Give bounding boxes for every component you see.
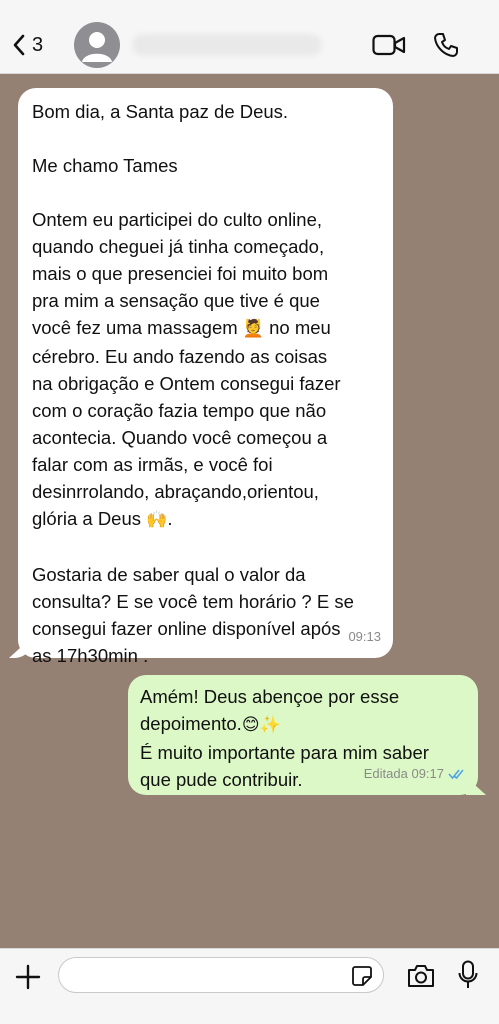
- unread-count: 3: [32, 33, 44, 56]
- message-paragraph: Gostaria de saber qual o valor da consul…: [32, 564, 354, 666]
- message-text: no meu cérebro. Eu ando fazendo as coisa…: [32, 317, 341, 529]
- contact-name[interactable]: [132, 34, 322, 56]
- read-receipt-icon: [448, 768, 464, 779]
- chat-header: 3: [0, 0, 499, 74]
- message-timestamp: 09:13: [348, 623, 381, 650]
- message-paragraph: Me chamo Tames: [32, 155, 178, 176]
- massage-emoji: 💆: [242, 319, 264, 339]
- video-camera-icon: [372, 34, 406, 56]
- plus-icon[interactable]: [14, 963, 42, 991]
- avatar[interactable]: [74, 22, 120, 68]
- edited-time-label: Editada 09:17: [363, 766, 444, 781]
- avatar-icon: [82, 32, 112, 62]
- camera-icon[interactable]: [406, 963, 436, 989]
- message-paragraph: Ontem eu participei do culto online, qua…: [32, 209, 341, 530]
- message-input-container[interactable]: [58, 957, 384, 993]
- voice-call-button[interactable]: [432, 30, 460, 60]
- microphone-icon[interactable]: [458, 960, 478, 990]
- message-input[interactable]: [71, 958, 341, 992]
- back-button[interactable]: 3: [12, 30, 43, 60]
- time-label: 09:13: [348, 629, 381, 644]
- incoming-message[interactable]: Bom dia, a Santa paz de Deus. Me chamo T…: [18, 88, 393, 666]
- video-call-button[interactable]: [372, 30, 406, 60]
- composer-bar: [0, 948, 499, 1024]
- phone-icon: [434, 33, 458, 57]
- smile-sparkles-emoji: 😊✨: [241, 715, 281, 735]
- message-paragraph: Bom dia, a Santa paz de Deus.: [32, 101, 289, 122]
- message-status: Editada 09:17: [364, 760, 466, 787]
- sticker-icon[interactable]: [351, 965, 373, 987]
- praise-emoji: 🙌: [146, 510, 168, 530]
- chevron-left-icon: [13, 34, 25, 56]
- outgoing-message[interactable]: Amém! Deus abençoe por esse depoimento.😊…: [128, 675, 478, 795]
- chat-area[interactable]: Bom dia, a Santa paz de Deus. Me chamo T…: [0, 74, 499, 948]
